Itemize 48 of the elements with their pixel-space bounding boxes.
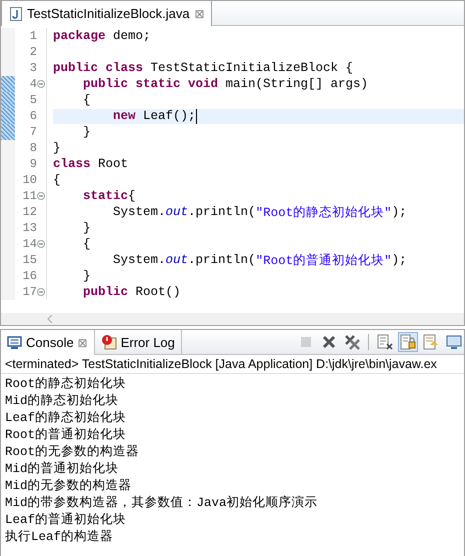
collapse-icon[interactable] [37,192,45,200]
error-log-icon [100,334,117,350]
monitor-icon [7,336,22,350]
console-output-line: Root的普通初始化块 [5,427,128,444]
scroll-lock-icon [400,334,416,350]
code-line: System.out.println("Root的静态初始化块"); [112,204,408,220]
clear-console-icon [377,334,393,350]
code-line: public class TestStaticInitializeBlock { [53,61,354,75]
code-line: } [53,141,62,155]
view-tab[interactable]: Console ⊠ [1,330,95,355]
collapse-icon[interactable] [37,288,45,296]
java-file-icon [10,6,22,20]
code-line: System.out.println("Root的普通初始化块"); [112,252,408,268]
code-line: } [82,269,92,283]
view-tab[interactable]: Error Log [94,330,182,354]
code-line: static{ [82,189,137,203]
remove-all-icon [344,334,360,350]
monitor-icon [446,334,462,350]
console-output-line: Mid的无参数的构造器 [5,478,133,495]
code-line: public static void main(String[] args) [82,77,370,91]
pin-console-icon [423,334,439,350]
stop-icon [301,337,311,347]
process-status: <terminated> TestStaticInitializeBlock [Java Application] D:\jdk\jre\bin\javaw.ex [1,355,464,374]
toolbar-button[interactable] [375,332,395,352]
console-output-line: Mid的普通初始化块 [5,461,120,478]
close-icon[interactable]: ⊠ [194,6,205,20]
code-line: { [82,237,92,251]
toolbar-button[interactable] [398,332,418,352]
code-line: } [82,125,92,139]
toolbar-button[interactable] [342,332,362,352]
code-line: package demo; [53,29,152,43]
code-line: { [53,173,62,187]
editor-tab[interactable]: TestStaticInitializeBlock.java ⊠ [1,1,212,26]
console-output-line: Leaf的普通初始化块 [5,512,128,529]
collapse-icon[interactable] [37,80,45,88]
console-output-line: Root的无参数的构造器 [5,444,140,461]
console-output-line: 执行Leaf的构造器 [5,529,114,546]
console-output-line: Mid的静态初始化块 [5,393,120,410]
console-output-line: Mid的带参数构造器，其参数值：Java初始化顺序演示 [5,495,319,512]
console-output-line: Root的静态初始化块 [5,376,128,393]
close-icon[interactable]: ⊠ [78,336,88,350]
remove-icon [322,335,336,349]
code-line: { [82,93,92,107]
collapse-icon[interactable] [37,240,45,248]
console-output-line: Leaf的静态初始化块 [5,410,128,427]
code-line: } [82,221,92,235]
code-line: public Root() [82,285,182,299]
code-line: class Root [53,157,130,171]
